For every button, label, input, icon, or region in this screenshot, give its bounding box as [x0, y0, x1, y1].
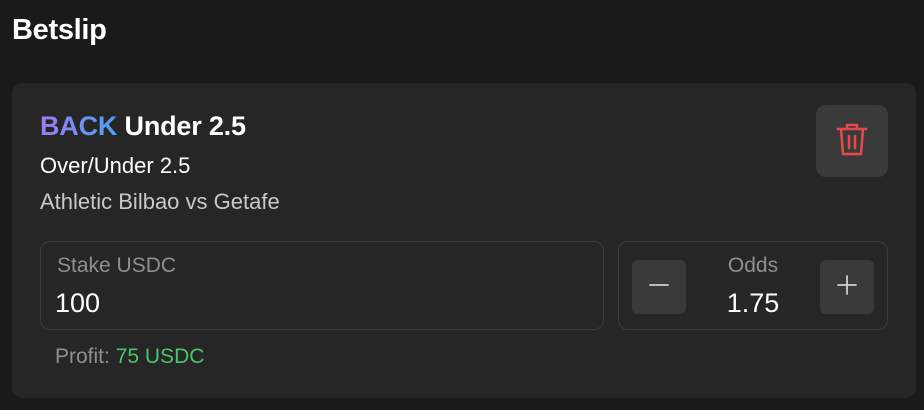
odds-decrement-button[interactable] — [632, 260, 686, 314]
stake-label: Stake USDC — [57, 254, 177, 277]
stake-field[interactable]: Stake USDC — [40, 241, 604, 330]
stake-input[interactable] — [55, 286, 575, 320]
odds-increment-button[interactable] — [820, 260, 874, 314]
plus-icon — [836, 274, 858, 301]
bet-side-label: BACK — [40, 111, 118, 141]
bet-selection: Under 2.5 — [124, 111, 246, 141]
profit-value: 75 USDC — [115, 345, 205, 368]
trash-icon — [836, 121, 868, 162]
event-name: Athletic Bilbao vs Getafe — [40, 189, 280, 214]
profit-row: Profit: 75 USDC — [55, 345, 204, 369]
profit-label: Profit: — [55, 345, 110, 368]
page-title: Betslip — [12, 14, 107, 46]
bet-title: BACK Under 2.5 — [40, 111, 246, 142]
delete-bet-button[interactable] — [816, 105, 888, 177]
minus-icon — [648, 274, 670, 301]
market-name: Over/Under 2.5 — [40, 153, 191, 178]
bet-card: BACK Under 2.5 Over/Under 2.5 Athletic B… — [12, 83, 916, 398]
odds-stepper: Odds 1.75 — [618, 241, 888, 330]
